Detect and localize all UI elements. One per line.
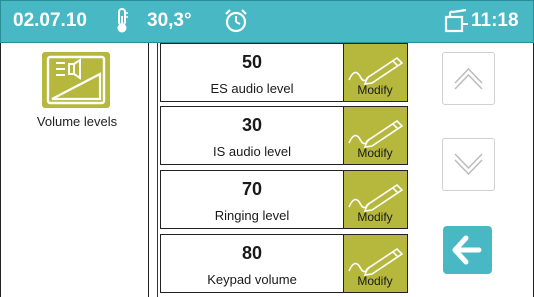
back-button[interactable] — [443, 226, 492, 274]
level-row-is-audio: 30 IS audio level Modify — [160, 106, 408, 165]
status-bar: 02.07.10 30,3° 11:18 — [0, 0, 534, 43]
thermometer-icon — [115, 8, 129, 39]
level-label: IS audio level — [212, 144, 292, 159]
scroll-down-button[interactable] — [442, 138, 495, 191]
pencil-icon — [348, 56, 404, 85]
modify-button-ringing[interactable]: Modify — [343, 171, 407, 228]
level-label: Keypad volume — [207, 272, 297, 287]
pencil-icon — [348, 183, 404, 212]
chevron-up-icon — [454, 67, 483, 90]
chevron-down-icon — [454, 153, 483, 176]
back-arrow-icon — [452, 235, 482, 265]
status-date: 02.07.10 — [13, 10, 87, 31]
status-time: 11:18 — [471, 10, 519, 31]
modify-label: Modify — [357, 274, 393, 288]
level-label: Ringing level — [214, 208, 290, 223]
pencil-icon — [348, 247, 404, 276]
handset-icon — [444, 8, 470, 39]
status-temperature: 30,3° — [147, 10, 192, 31]
modify-label: Modify — [357, 83, 393, 97]
modify-button-es-audio[interactable]: Modify — [343, 44, 407, 101]
level-value: 70 — [241, 179, 263, 199]
scroll-up-button[interactable] — [442, 52, 495, 105]
modify-button-is-audio[interactable]: Modify — [343, 107, 407, 164]
level-value: 50 — [241, 52, 263, 72]
pencil-icon — [348, 119, 404, 148]
modify-label: Modify — [357, 146, 393, 160]
level-value: 30 — [241, 115, 263, 135]
modify-label: Modify — [357, 210, 393, 224]
level-row-ringing: 70 Ringing level Modify — [160, 170, 408, 229]
level-row-es-audio: 50 ES audio level Modify — [160, 43, 408, 102]
level-value: 80 — [241, 243, 263, 263]
level-row-keypad: 80 Keypad volume Modify — [160, 234, 408, 293]
level-label: ES audio level — [210, 81, 294, 96]
list-rule — [157, 43, 158, 297]
alarm-clock-icon — [223, 8, 249, 39]
modify-button-keypad[interactable]: Modify — [343, 235, 407, 292]
speaker-volume-icon — [46, 55, 106, 105]
feature-label: Volume levels — [36, 114, 118, 129]
level-list: 50 ES audio level Modify 30 IS audio lev… — [148, 43, 408, 297]
volume-levels-tile — [42, 52, 110, 108]
